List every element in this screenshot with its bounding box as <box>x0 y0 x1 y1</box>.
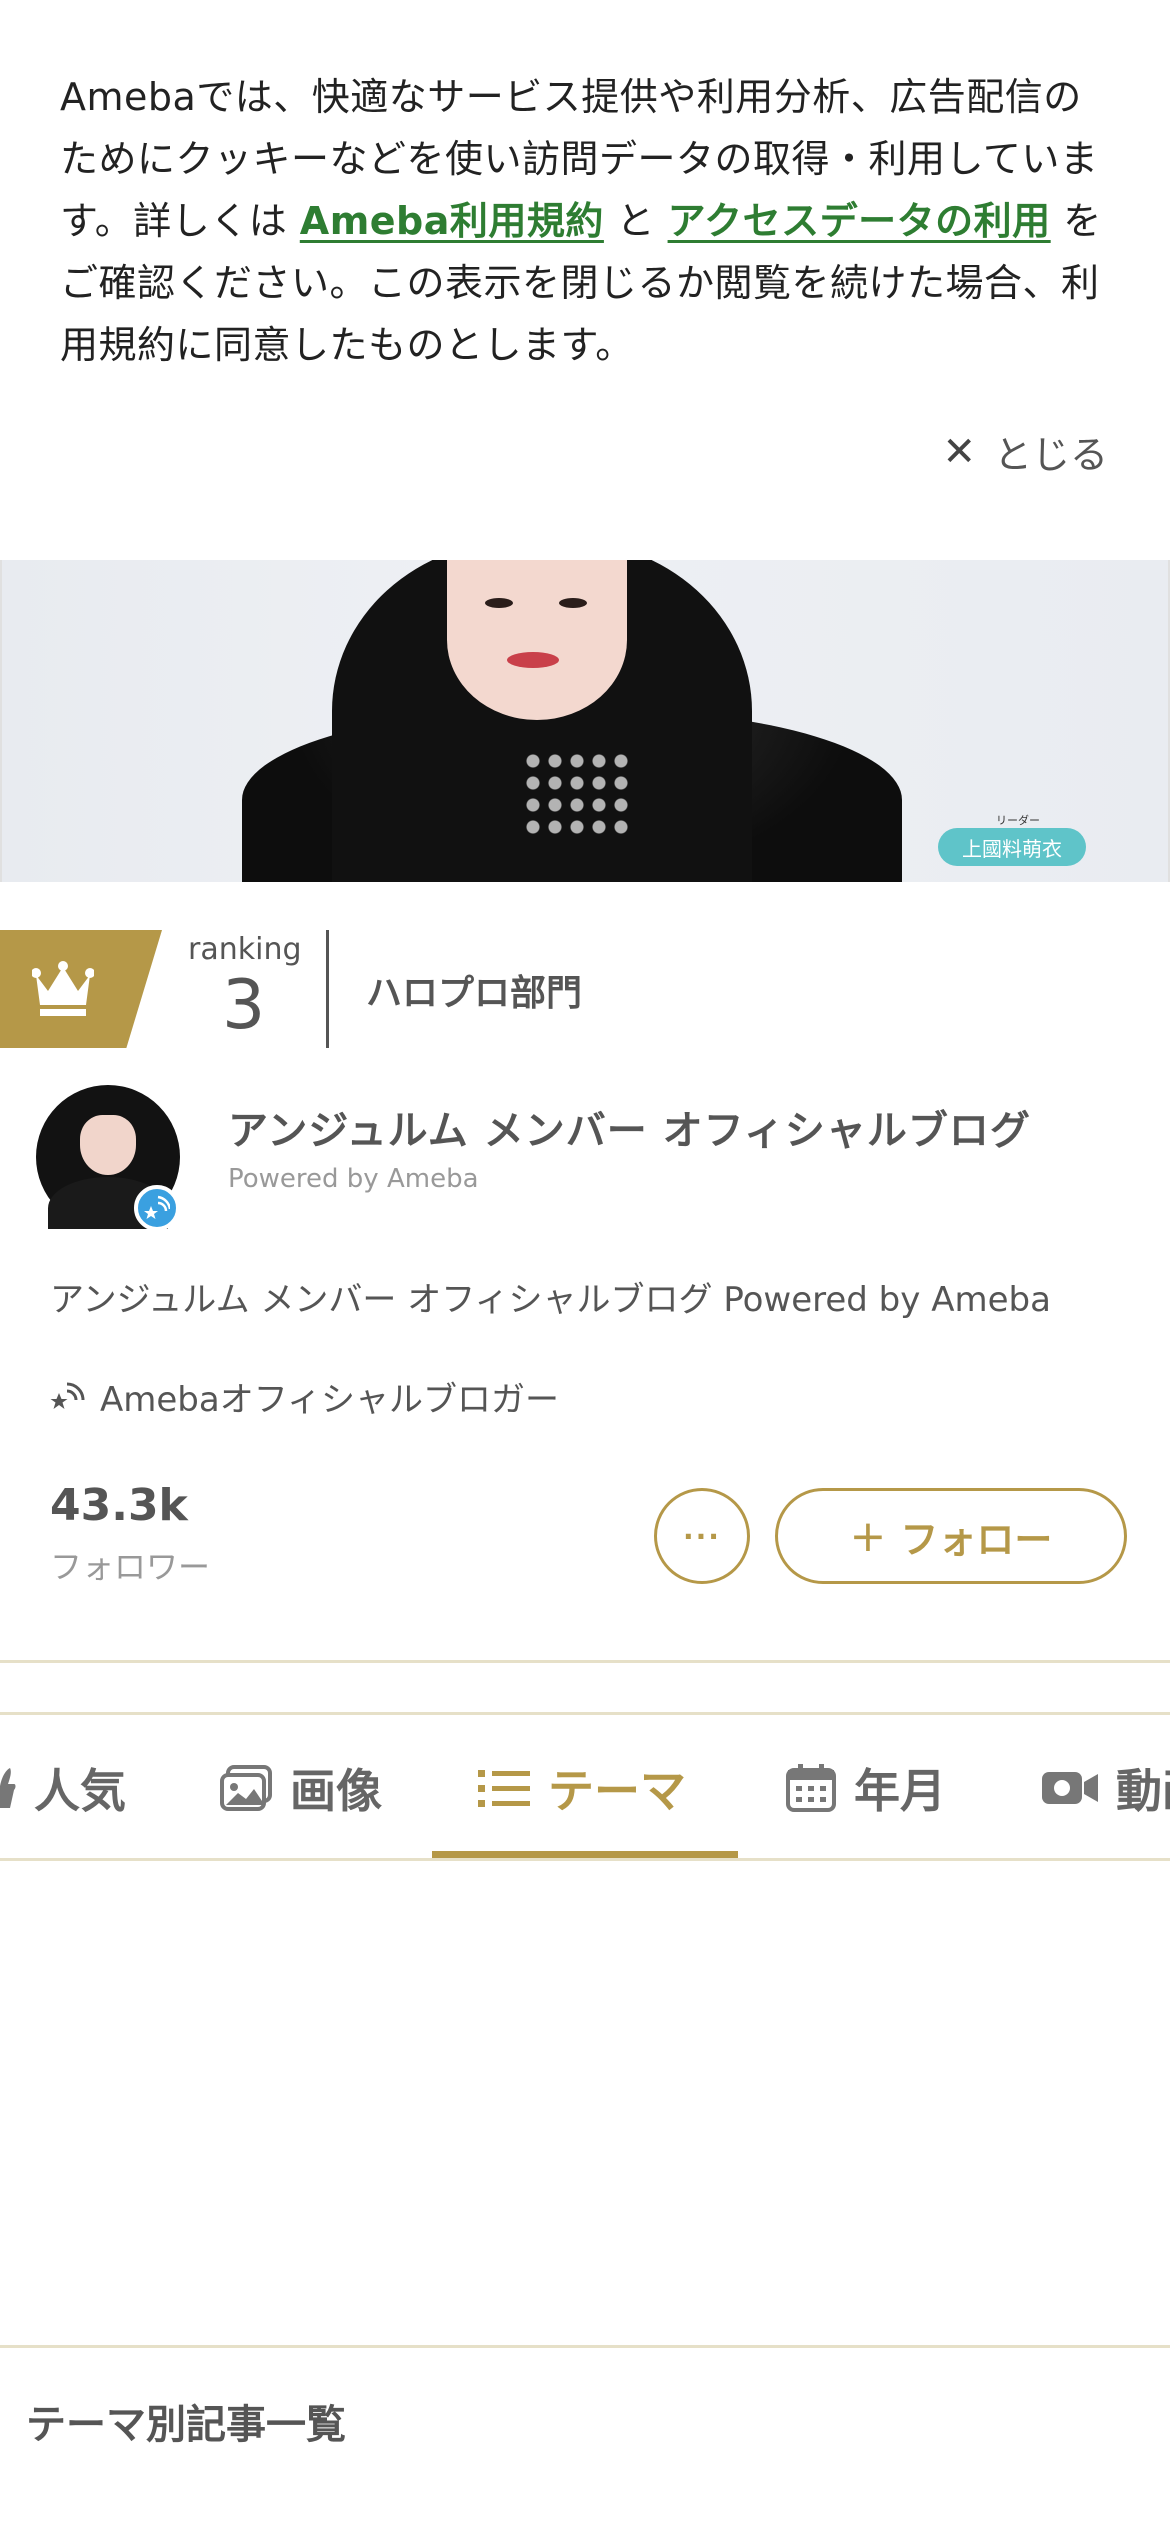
blog-header-image: リーダー 上國料萌衣 <box>0 560 1170 882</box>
plus-icon: + <box>849 1510 887 1562</box>
more-options-button[interactable]: ··· <box>654 1488 750 1584</box>
ranking-number: 3 <box>222 966 266 1045</box>
divider <box>0 1858 1170 1861</box>
follower-label[interactable]: フォロワー <box>50 1542 210 1588</box>
tab-popular[interactable]: 人気 <box>0 1715 126 1860</box>
close-banner-button[interactable]: ✕ とじる <box>942 424 1108 479</box>
ranking-category: ハロプロ部門 <box>366 973 583 1014</box>
official-blogger-text: Amebaオフィシャルブロガー <box>100 1380 560 1420</box>
close-icon: ✕ <box>942 428 976 475</box>
list-icon <box>478 1769 530 1807</box>
header-photo-face <box>447 560 627 720</box>
cookie-banner: Amebaでは、快適なサービス提供や利用分析、広告配信のためにクッキーなどを使い… <box>0 0 1170 560</box>
header-photo-lips <box>507 652 559 668</box>
blog-description: アンジュルム メンバー オフィシャルブログ Powered by Ameba <box>50 1280 1051 1320</box>
header-photo-eye <box>485 598 513 608</box>
powered-by: Powered by Ameba <box>228 1164 479 1194</box>
follow-button[interactable]: + フォロー <box>775 1488 1127 1584</box>
official-blogger-label: Amebaオフィシャルブロガー <box>50 1372 559 1421</box>
blog-tabs: 人気 画像 テーマ 年月 動 <box>0 1715 1170 1860</box>
tab-archive[interactable]: 年月 <box>786 1715 946 1860</box>
official-blogger-icon <box>50 1382 85 1409</box>
ranking-bar[interactable]: ranking 3 ハロプロ部門 <box>0 930 1170 1048</box>
name-ruby: リーダー <box>996 814 1040 827</box>
header-photo-necklace <box>522 750 632 840</box>
member-name-tag: 上國料萌衣 <box>938 828 1086 866</box>
calendar-icon <box>786 1763 836 1812</box>
header-photo-eye <box>559 598 587 608</box>
follower-count[interactable]: 43.3k <box>50 1480 188 1531</box>
avatar-face <box>80 1115 136 1175</box>
avatar[interactable] <box>36 1085 180 1231</box>
tab-label: 人気 <box>34 1763 126 1818</box>
more-icon: ··· <box>683 1519 721 1553</box>
section-title: テーマ別記事一覧 <box>26 2402 346 2448</box>
divider <box>0 1660 1170 1663</box>
cookie-text-part: と <box>603 199 668 243</box>
close-label: とじる <box>993 433 1108 477</box>
ranking-divider <box>326 930 329 1048</box>
cookie-notice-text: Amebaでは、快適なサービス提供や利用分析、広告配信のためにクッキーなどを使い… <box>60 66 1120 376</box>
image-icon <box>220 1764 272 1811</box>
video-icon <box>1042 1771 1098 1804</box>
ranking-label: ranking <box>188 932 302 967</box>
divider <box>0 2345 1170 2348</box>
ranking-badge <box>0 930 162 1048</box>
terms-link[interactable]: Ameba利用規約 <box>300 199 604 243</box>
tab-label: 年月 <box>854 1763 946 1818</box>
tab-theme[interactable]: テーマ <box>478 1715 686 1860</box>
blog-title: アンジュルム メンバー オフィシャルブログ <box>228 1108 1031 1154</box>
tab-label: 動画 <box>1116 1763 1170 1818</box>
tab-label: 画像 <box>290 1763 382 1818</box>
follow-label: フォロー <box>900 1517 1053 1562</box>
crown-icon <box>32 961 94 1016</box>
tab-images[interactable]: 画像 <box>220 1715 382 1860</box>
tab-label: テーマ <box>548 1763 686 1818</box>
popular-icon <box>0 1767 16 1808</box>
official-badge-icon <box>134 1185 180 1231</box>
access-data-link[interactable]: アクセスデータの利用 <box>668 199 1051 243</box>
tab-videos[interactable]: 動画 <box>1042 1715 1170 1860</box>
